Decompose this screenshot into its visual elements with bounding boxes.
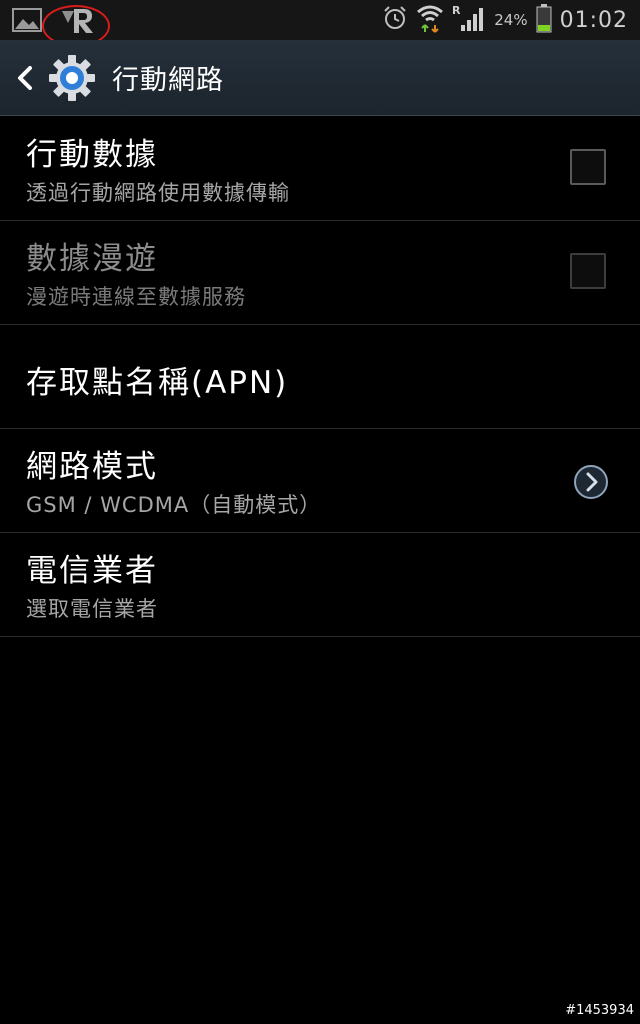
setting-network-operator[interactable]: 電信業者 選取電信業者 [0, 533, 640, 637]
setting-title: 電信業者 [26, 553, 158, 589]
setting-data-roaming[interactable]: 數據漫遊 漫遊時連線至數據服務 [0, 221, 640, 325]
setting-title: 數據漫遊 [26, 241, 158, 277]
signal-icon: R [452, 3, 486, 37]
status-system: R 24% 01:02 [382, 3, 628, 37]
back-icon [18, 65, 32, 90]
settings-list: 行動數據 透過行動網路使用數據傳輸 數據漫遊 漫遊時連線至數據服務 存取點名稱(… [0, 117, 640, 637]
setting-summary: 選取電信業者 [26, 597, 158, 621]
status-time: 01:02 [559, 7, 628, 33]
status-bar: R 24% 01:02 [0, 0, 640, 47]
action-bar: 行動網路 [0, 40, 640, 116]
back-button[interactable] [8, 40, 42, 116]
wifi-icon [416, 3, 444, 37]
alarm-icon [382, 5, 408, 35]
status-notifications [12, 3, 110, 47]
setting-title: 網路模式 [26, 449, 158, 485]
setting-mobile-data[interactable]: 行動數據 透過行動網路使用數據傳輸 [0, 117, 640, 221]
setting-summary: 透過行動網路使用數據傳輸 [26, 181, 290, 205]
page-title: 行動網路 [112, 65, 224, 96]
battery-icon [536, 3, 552, 37]
setting-summary: GSM / WCDMA（自動模式） [26, 493, 322, 517]
data-roaming-checkbox[interactable] [570, 253, 606, 289]
settings-gear-icon [46, 52, 98, 104]
chevron-right-icon[interactable] [572, 463, 610, 501]
mobile-data-checkbox[interactable] [570, 149, 606, 185]
watermark-label: #1453934 [565, 1003, 634, 1018]
setting-title: 存取點名稱(APN) [26, 365, 289, 401]
gallery-icon [12, 8, 42, 32]
battery-percent: 24% [494, 11, 528, 29]
svg-text:R: R [452, 4, 461, 17]
setting-title: 行動數據 [26, 137, 158, 173]
screen: R 24% 01:02 行動網路 行動數據 透過行動網路使用數據傳輸 數據漫遊 … [0, 0, 640, 1024]
setting-network-mode[interactable]: 網路模式 GSM / WCDMA（自動模式） [0, 429, 640, 533]
setting-apn[interactable]: 存取點名稱(APN) [0, 325, 640, 429]
setting-summary: 漫遊時連線至數據服務 [26, 285, 246, 309]
